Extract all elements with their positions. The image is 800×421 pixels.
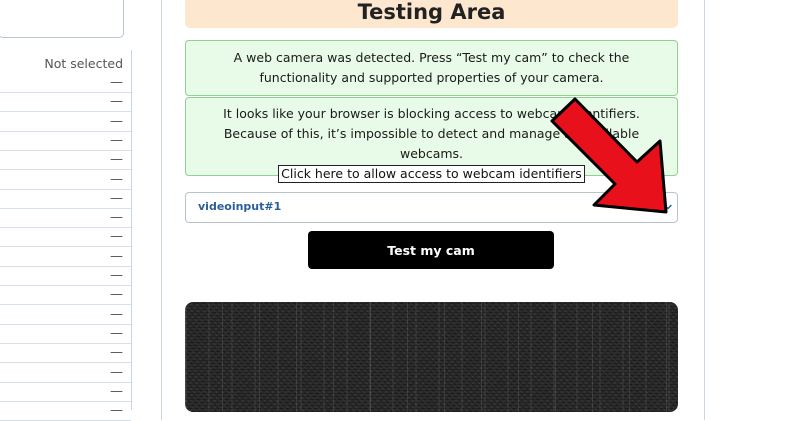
left-row-value: — xyxy=(110,287,123,303)
page-title: Testing Area xyxy=(357,0,506,24)
video-preview xyxy=(185,302,678,412)
left-list-row: — xyxy=(0,209,131,229)
left-row-value: — xyxy=(110,171,123,187)
left-list-row: — xyxy=(0,132,131,151)
left-row-value: — xyxy=(110,152,123,168)
left-list-row: — xyxy=(0,383,131,402)
left-row-value: — xyxy=(110,94,123,110)
left-row-value: — xyxy=(110,383,123,399)
left-list-row: — xyxy=(0,306,131,325)
left-list-row: — xyxy=(0,364,131,383)
left-row-value: — xyxy=(110,248,123,264)
left-row-value: — xyxy=(110,364,123,380)
left-list-row: — xyxy=(0,286,131,306)
left-row-value: — xyxy=(110,132,123,148)
left-row-value: — xyxy=(110,345,123,361)
left-list-row: — xyxy=(0,113,131,132)
test-my-cam-button[interactable]: Test my cam xyxy=(308,231,554,269)
camera-select[interactable]: videoinput#1 xyxy=(185,192,678,223)
left-row-value: — xyxy=(110,210,123,226)
left-list-row: — xyxy=(0,402,131,421)
blocking-message: It looks like your browser is blocking a… xyxy=(223,106,640,161)
left-row-value: — xyxy=(110,268,123,283)
left-list-row: — xyxy=(0,267,131,286)
left-top-box xyxy=(0,0,124,38)
left-list-row: — xyxy=(0,93,131,113)
blocking-text: It looks like your browser is blocking a… xyxy=(186,98,677,184)
left-list-row: — xyxy=(0,171,131,190)
left-list-row: — xyxy=(0,151,131,171)
left-row-value: — xyxy=(110,75,123,90)
left-status-text: Not selected xyxy=(44,56,123,71)
left-list-row: — xyxy=(0,248,131,267)
camera-detected-alert: A web camera was detected. Press “Test m… xyxy=(185,40,678,96)
camera-detected-text: A web camera was detected. Press “Test m… xyxy=(233,50,630,85)
left-row-value: — xyxy=(110,113,123,129)
left-row-value: — xyxy=(110,306,123,322)
left-row-value: — xyxy=(110,190,123,206)
camera-select-value: videoinput#1 xyxy=(198,200,282,213)
testing-area-header: Testing Area xyxy=(185,0,678,28)
left-list-row: — xyxy=(0,325,131,344)
left-list-row: — xyxy=(0,228,131,248)
left-list-row: — xyxy=(0,190,131,209)
left-list-row: — xyxy=(0,344,131,364)
left-row-value: — xyxy=(110,229,123,245)
left-row-value: — xyxy=(110,403,123,419)
blocking-alert: It looks like your browser is blocking a… xyxy=(185,97,678,183)
left-list: Not selected — — — — — — — — — — — — — — — — — — xyxy=(0,50,132,421)
left-row-value: — xyxy=(110,325,123,341)
left-list-row: — xyxy=(0,74,131,93)
chevron-down-icon xyxy=(664,204,672,210)
allow-identifiers-link[interactable]: Click here to allow access to webcam ide… xyxy=(278,165,585,183)
